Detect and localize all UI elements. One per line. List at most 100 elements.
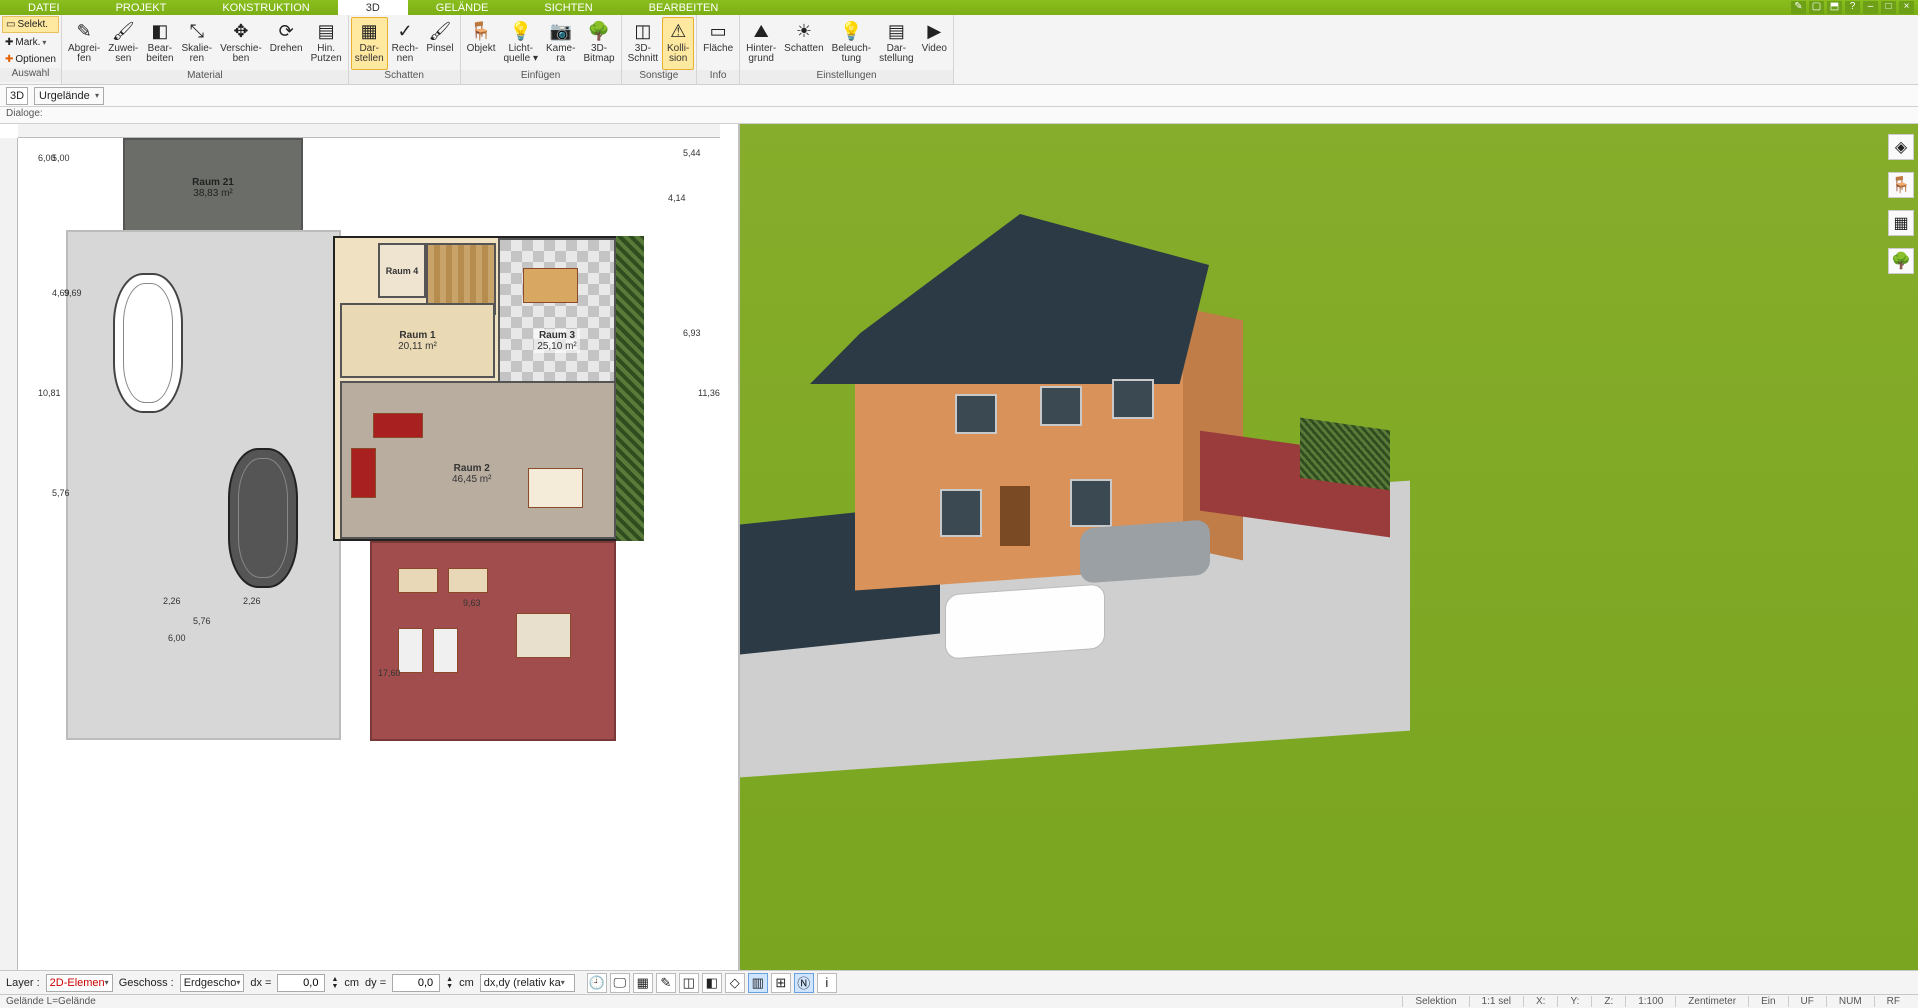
tool-icon[interactable]: ✎ <box>1791 1 1806 14</box>
ribbon-verschieben[interactable]: ✥Verschie- ben <box>216 17 266 70</box>
floorplan-canvas[interactable]: Raum 21 38,83 m² Raum 4 Raum 1 20,11 m² … <box>18 138 720 970</box>
ribbon-hinputzen[interactable]: ▤Hin. Putzen <box>307 17 346 70</box>
ribbon-drehen[interactable]: ⟳Drehen <box>266 17 307 70</box>
control-icon-0[interactable]: 🕘 <box>587 973 607 993</box>
tab-gelaende[interactable]: GELÄNDE <box>408 0 517 15</box>
maximize-icon[interactable]: □ <box>1881 1 1896 14</box>
group-title: Info <box>697 70 739 84</box>
ribbon-schatten-set[interactable]: ☀Schatten <box>780 17 827 70</box>
group-title-auswahl: Auswahl <box>0 68 61 82</box>
ribbon-objekt[interactable]: 🪑Objekt <box>463 17 500 70</box>
3d-view-pane[interactable]: ◈ 🪑 ▦ 🌳 <box>740 124 1918 970</box>
tool-icon[interactable]: ▢ <box>1809 1 1824 14</box>
optionen-label: Optionen <box>15 54 56 65</box>
selekt-button[interactable]: ▭Selekt. <box>2 16 59 33</box>
context-bar: 3D Urgelände▾ <box>0 85 1918 107</box>
ribbon-pinsel[interactable]: 🖌Pinsel <box>422 17 457 70</box>
status-bar: Gelände L=Gelände Selektion 1:1 sel X: Y… <box>0 994 1918 1008</box>
control-icon-2[interactable]: ▦ <box>633 973 653 993</box>
dimension: 2,26 <box>243 596 261 606</box>
terrain-select[interactable]: Urgelände▾ <box>34 87 104 105</box>
kamera-label: Kame- ra <box>546 44 575 64</box>
hinputzen-icon: ▤ <box>314 19 338 43</box>
ribbon-kollision[interactable]: ⚠Kolli- sion <box>662 17 694 70</box>
ribbon-darstellen[interactable]: ▦Dar- stellen <box>351 17 388 70</box>
hinputzen-label: Hin. Putzen <box>311 44 342 64</box>
ribbon-zuweisen[interactable]: 🖌Zuwei- sen <box>104 17 142 70</box>
close-icon[interactable]: × <box>1899 1 1914 14</box>
optionen-button[interactable]: ✚Optionen <box>2 51 59 68</box>
dimension: 10,81 <box>38 388 61 398</box>
ribbon-3d-bitmap[interactable]: 🌳3D- Bitmap <box>579 17 618 70</box>
group-title: Einstellungen <box>740 70 953 84</box>
furniture-icon[interactable]: 🪑 <box>1888 172 1914 198</box>
ribbon-darstellung[interactable]: ▤Dar- stellung <box>875 17 917 70</box>
abgreifen-icon: ✎ <box>72 19 96 43</box>
dx-input[interactable] <box>277 974 325 992</box>
control-icon-7[interactable]: ▥ <box>748 973 768 993</box>
control-icon-8[interactable]: ⊞ <box>771 973 791 993</box>
sofa <box>351 448 376 498</box>
view-mode-box[interactable]: 3D <box>6 87 28 105</box>
coord-mode-select[interactable]: dx,dy (relativ ka▾ <box>480 974 575 992</box>
layers-icon[interactable]: ◈ <box>1888 134 1914 160</box>
ribbon-hintergrund[interactable]: ⛰Hinter- grund <box>742 17 780 70</box>
control-icon-10[interactable]: i <box>817 973 837 993</box>
schatten-set-icon: ☀ <box>792 19 816 43</box>
tab-projekt[interactable]: PROJEKT <box>88 0 195 15</box>
ribbon-group-schatten: ▦Dar- stellen✓Rech- nen🖌PinselSchatten <box>349 15 461 84</box>
ribbon-lichtquelle[interactable]: 💡Licht- quelle ▾ <box>499 17 542 70</box>
tab-3d[interactable]: 3D <box>338 0 408 15</box>
minimize-icon[interactable]: – <box>1863 1 1878 14</box>
control-icon-6[interactable]: ◇ <box>725 973 745 993</box>
control-icon-4[interactable]: ◫ <box>679 973 699 993</box>
bearbeiten-label: Bear- beiten <box>146 44 173 64</box>
verschieben-label: Verschie- ben <box>220 44 262 64</box>
car-dark <box>228 448 298 588</box>
ribbon-beleuchtung[interactable]: 💡Beleuch- tung <box>828 17 875 70</box>
dimension: 17,60 <box>378 668 401 678</box>
ribbon-flaeche[interactable]: ▭Fläche <box>699 17 737 70</box>
help-icon[interactable]: ? <box>1845 1 1860 14</box>
table <box>523 268 578 303</box>
ribbon-abgreifen[interactable]: ✎Abgrei- fen <box>64 17 104 70</box>
mark-button[interactable]: ✚Mark.▾ <box>2 34 59 51</box>
dialoge-bar: Dialoge: <box>0 107 1918 124</box>
layer-select[interactable]: 2D-Elemen ▾ <box>46 974 113 992</box>
materials-icon[interactable]: ▦ <box>1888 210 1914 236</box>
terrain-select-value: Urgelände <box>39 90 90 102</box>
2d-view-pane[interactable]: Raum 21 38,83 m² Raum 4 Raum 1 20,11 m² … <box>0 124 740 970</box>
control-icon-3[interactable]: ✎ <box>656 973 676 993</box>
geschoss-select[interactable]: Erdgescho ▾ <box>180 974 245 992</box>
schatten-set-label: Schatten <box>784 44 823 54</box>
tab-bearbeiten[interactable]: BEARBEITEN <box>621 0 747 15</box>
ribbon-group-einstellungen: ⛰Hinter- grund☀Schatten💡Beleuch- tung▤Da… <box>740 15 954 84</box>
plants-icon[interactable]: 🌳 <box>1888 248 1914 274</box>
pinsel-icon: 🖌 <box>428 19 452 43</box>
ribbon-skalieren[interactable]: ⤡Skalie- ren <box>178 17 217 70</box>
tool-icon[interactable]: ⬒ <box>1827 1 1842 14</box>
control-icon-9[interactable]: Ⓝ <box>794 973 814 993</box>
room-4: Raum 4 <box>378 243 426 298</box>
status-selektion: Selektion <box>1402 996 1468 1007</box>
tab-datei[interactable]: DATEI <box>0 0 88 15</box>
ribbon-3d-schnitt[interactable]: ◫3D- Schnitt <box>624 17 663 70</box>
driveway-area <box>66 230 341 740</box>
control-icon-1[interactable]: 🖵 <box>610 973 630 993</box>
sofa <box>373 413 423 438</box>
dy-input[interactable] <box>392 974 440 992</box>
ribbon-bearbeiten[interactable]: ◧Bear- beiten <box>142 17 177 70</box>
3d-schnitt-icon: ◫ <box>631 19 655 43</box>
ribbon-kamera[interactable]: 📷Kame- ra <box>542 17 579 70</box>
kollision-label: Kolli- sion <box>667 44 689 64</box>
table <box>528 468 583 508</box>
rechnen-icon: ✓ <box>393 19 417 43</box>
tab-konstruktion[interactable]: KONSTRUKTION <box>194 0 337 15</box>
control-icon-5[interactable]: ◧ <box>702 973 722 993</box>
tab-sichten[interactable]: SICHTEN <box>516 0 620 15</box>
dimension: 9,69 <box>64 288 82 298</box>
ribbon-rechnen[interactable]: ✓Rech- nen <box>388 17 423 70</box>
dimension: 5,44 <box>683 148 701 158</box>
ribbon-video[interactable]: ▶Video <box>918 17 951 70</box>
dimension: 2,26 <box>163 596 181 606</box>
